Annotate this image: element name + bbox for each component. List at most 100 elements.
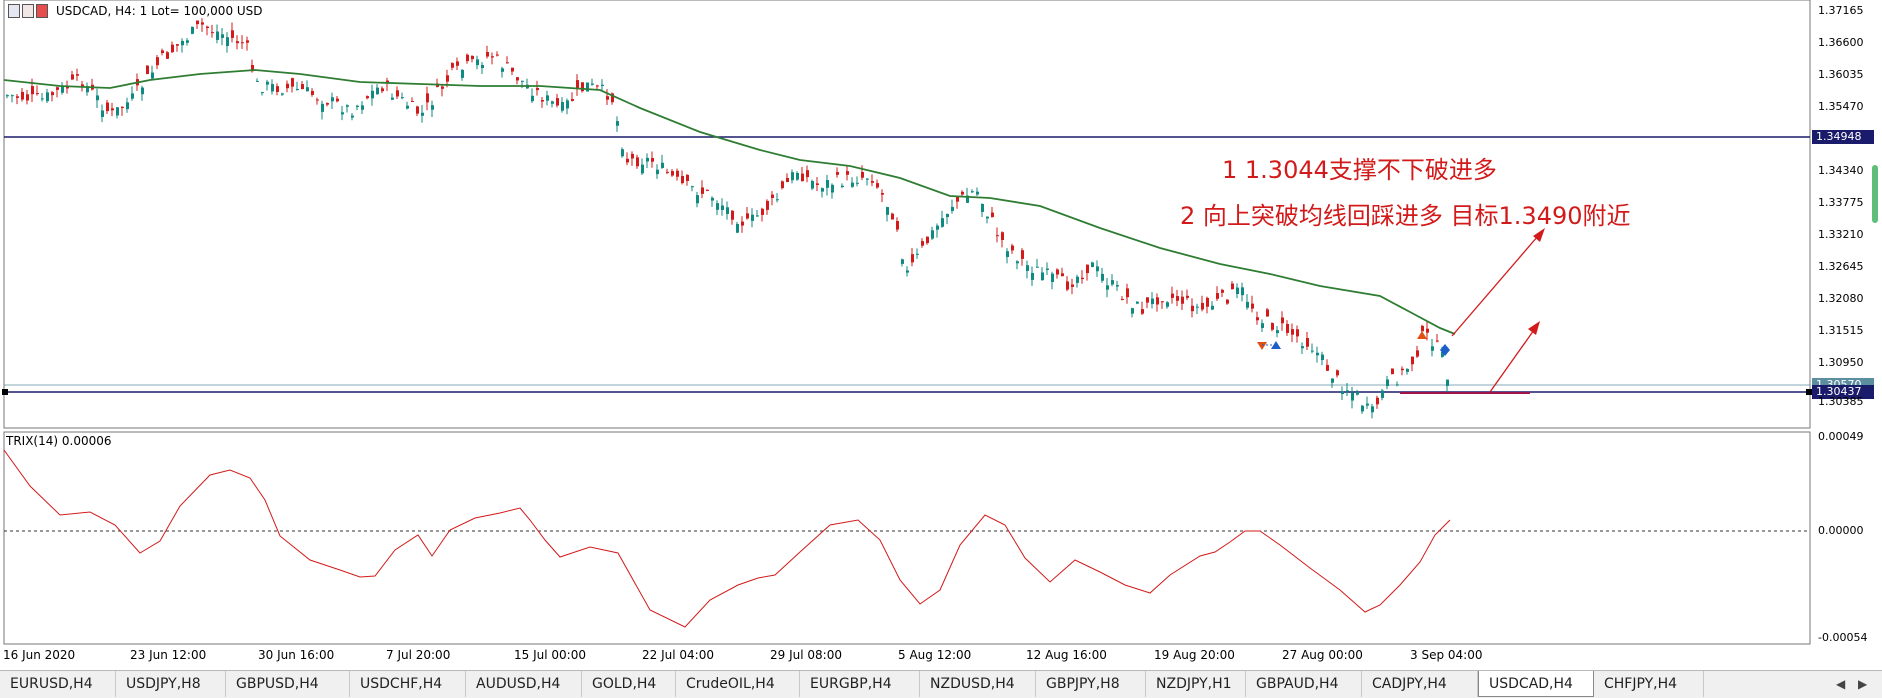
candle-body [606, 96, 609, 100]
tab-scroll-left-icon[interactable]: ◀ [1836, 677, 1845, 691]
candle-body [876, 183, 879, 188]
candle-body [711, 197, 714, 201]
candle-body [1136, 301, 1139, 304]
candle-body [796, 172, 799, 180]
candle-body [581, 82, 584, 92]
tab-nzdusd-h4[interactable]: NZDUSD,H4 [920, 671, 1036, 697]
candle-body [696, 195, 699, 204]
indicator-axis-label: 0.00049 [1818, 430, 1864, 443]
candle-body [376, 87, 379, 95]
candle-body [101, 110, 104, 117]
tab-gbpaud-h4[interactable]: GBPAUD,H4 [1246, 671, 1362, 697]
candle-body [646, 157, 649, 162]
candle-body [856, 182, 859, 184]
candle-body [1256, 317, 1259, 321]
candle-body [1151, 298, 1154, 305]
candle-body [1181, 296, 1184, 304]
tab-crudeoil-h4[interactable]: CrudeOIL,H4 [676, 671, 800, 697]
candle-body [811, 181, 814, 189]
tab-gbpjpy-h8[interactable]: GBPJPY,H8 [1036, 671, 1146, 697]
candle-body [721, 205, 724, 211]
candle-body [156, 57, 159, 66]
candle-body [401, 97, 404, 99]
tab-usdchf-h4[interactable]: USDCHF,H4 [350, 671, 466, 697]
candle-body [311, 90, 314, 95]
tab-gold-h4[interactable]: GOLD,H4 [582, 671, 676, 697]
candle-body [1206, 297, 1209, 307]
candle-body [726, 207, 729, 215]
chart-window-icon[interactable] [22, 4, 34, 18]
chart-window-icon[interactable] [36, 4, 48, 18]
tab-chfjpy-h4[interactable]: CHFJPY,H4 [1594, 671, 1704, 697]
candle-body [1021, 250, 1024, 259]
candle-body [111, 108, 114, 111]
candle-body [1296, 329, 1299, 337]
indicator-title: TRIX(14) 0.00006 [6, 434, 112, 448]
chart-window-icon[interactable] [8, 4, 20, 18]
price-axis-label: 1.32080 [1818, 292, 1864, 305]
candle-body [661, 162, 664, 168]
tab-eurusd-h4[interactable]: EURUSD,H4 [0, 671, 116, 697]
candle-body [256, 80, 259, 82]
candle-body [331, 97, 334, 102]
candle-body [896, 221, 899, 230]
candle-body [781, 181, 784, 189]
chart-canvas[interactable] [0, 0, 1882, 697]
candle-body [176, 44, 179, 46]
candle-body [916, 253, 919, 255]
candle-body [1371, 406, 1374, 413]
candle-body [56, 87, 59, 90]
candle-body [366, 96, 369, 99]
tab-nzdjpy-h1[interactable]: NZDJPY,H1 [1146, 671, 1246, 697]
tab-cadjpy-h4[interactable]: CADJPY,H4 [1362, 671, 1478, 697]
tab-usdcad-h4[interactable]: USDCAD,H4 [1478, 671, 1594, 697]
candle-body [691, 186, 694, 188]
candle-body [186, 40, 189, 43]
candle-body [1061, 273, 1064, 277]
candle-body [1431, 346, 1434, 351]
candle-body [1201, 302, 1204, 310]
candle-body [1231, 283, 1234, 290]
candle-body [1421, 325, 1424, 332]
tab-audusd-h4[interactable]: AUDUSD,H4 [466, 671, 582, 697]
candle-body [21, 91, 24, 100]
candle-body [271, 84, 274, 92]
candle-body [1411, 356, 1414, 365]
candle-body [1436, 340, 1439, 342]
tab-usdjpy-h8[interactable]: USDJPY,H8 [116, 671, 226, 697]
candle-body [1031, 272, 1034, 280]
price-axis-label: 1.31515 [1818, 324, 1864, 337]
price-axis-label: 1.34340 [1818, 164, 1864, 177]
resistance-price-tag: 1.34948 [1812, 130, 1874, 144]
candle-body [636, 157, 639, 167]
candle-body [1246, 301, 1249, 308]
chart-symbol-title: USDCAD, H4: 1 Lot= 100,000 USD [56, 4, 263, 18]
candle-body [1176, 296, 1179, 301]
candle-body [291, 78, 294, 87]
candle-body [836, 172, 839, 175]
candle-body [1156, 297, 1159, 305]
candle-body [1326, 364, 1329, 371]
candle-body [301, 84, 304, 90]
vertical-scroll-thumb[interactable] [1872, 165, 1878, 223]
candle-body [771, 194, 774, 199]
candle-body [206, 26, 209, 29]
tab-scroll-right-icon[interactable]: ▶ [1858, 677, 1867, 691]
candle-body [341, 112, 344, 115]
candle-body [481, 64, 484, 69]
price-axis-label: 1.36600 [1818, 36, 1864, 49]
candle-body [986, 216, 989, 219]
candle-body [971, 191, 974, 193]
candle-body [531, 95, 534, 102]
candle-body [1171, 293, 1174, 298]
candle-body [1046, 268, 1049, 270]
candle-body [941, 218, 944, 227]
support-line-handle-left[interactable] [2, 389, 8, 395]
candle-body [741, 221, 744, 226]
candle-body [656, 169, 659, 175]
tab-gbpusd-h4[interactable]: GBPUSD,H4 [226, 671, 350, 697]
tab-eurgbp-h4[interactable]: EURGBP,H4 [800, 671, 920, 697]
candle-body [1366, 403, 1369, 406]
candle-body [421, 112, 424, 116]
candle-body [441, 86, 444, 89]
